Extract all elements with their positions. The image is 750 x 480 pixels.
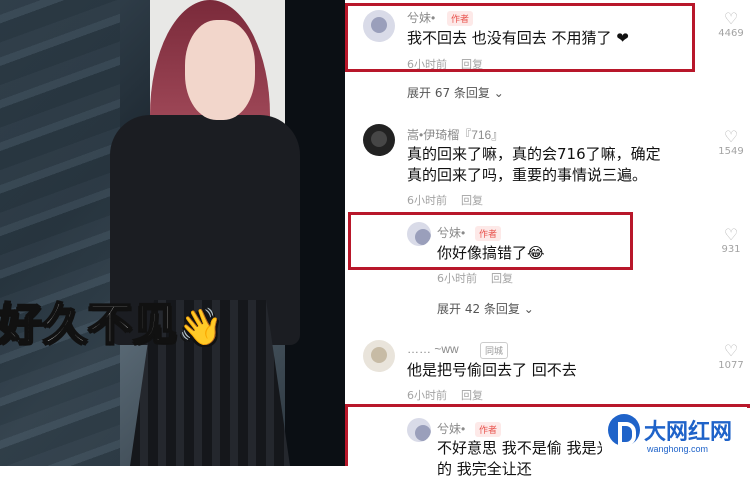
- comment-text-line-1: 真的回来了嘛，真的会716了嘛，确定: [407, 145, 661, 163]
- like-button[interactable]: ♡ 931: [716, 225, 746, 256]
- heart-icon: ♡: [723, 127, 739, 146]
- chevron-down-icon: ⌄: [523, 302, 534, 316]
- reply-button[interactable]: 回复: [461, 389, 483, 402]
- comment-time: 6小时前: [437, 272, 477, 285]
- like-count: 1077: [718, 360, 744, 371]
- video-caption: 好久不见👋: [0, 288, 224, 352]
- heart-icon: ♡: [723, 225, 739, 244]
- username[interactable]: …… ~ww: [407, 342, 459, 356]
- location-badge: 同城: [480, 342, 509, 359]
- brand-logo-icon: [608, 414, 640, 446]
- expand-label: 展开 42 条回复: [437, 302, 520, 316]
- comment-meta: 6小时前 回复: [437, 270, 527, 286]
- woman-figure: [90, 0, 310, 466]
- face: [185, 20, 255, 120]
- comment-meta: 6小时前 回复: [407, 387, 497, 403]
- chevron-down-icon: ⌄: [493, 86, 504, 100]
- comment-list[interactable]: 兮妹• 作者 我不回去 也没有回去 不用猜了 ❤ 6小时前 回复 ♡ 4469 展…: [345, 0, 750, 478]
- heart-icon: ♡: [723, 341, 739, 360]
- waving-hand-icon: 👋: [178, 307, 224, 348]
- watermark-name: 大网红网: [644, 420, 733, 445]
- watermark: 大网红网 wanghong.com: [602, 408, 750, 466]
- username[interactable]: 嵩•伊琦榴『716』: [407, 126, 503, 143]
- highlight-box: [348, 212, 633, 270]
- reply-button[interactable]: 回复: [461, 194, 483, 207]
- like-button[interactable]: ♡ 4469: [716, 9, 746, 40]
- comment-text-line-2: 真的回来了吗，重要的事情说三遍。: [407, 166, 648, 184]
- like-count: 1549: [718, 146, 744, 157]
- expand-label: 展开 67 条回复: [407, 86, 490, 100]
- comment-meta: 6小时前 回复: [407, 192, 497, 208]
- comment-time: 6小时前: [407, 389, 447, 402]
- like-button[interactable]: ♡ 1549: [716, 127, 746, 158]
- comment-text: 他是把号偷回去了 回不去: [407, 361, 577, 379]
- like-button[interactable]: ♡ 1077: [716, 341, 746, 372]
- heart-icon: ♡: [723, 9, 739, 28]
- like-count: 4469: [718, 28, 744, 39]
- avatar[interactable]: [363, 340, 395, 372]
- video-frame[interactable]: 好久不见👋: [0, 0, 345, 466]
- like-count: 931: [721, 244, 741, 255]
- comment-time: 6小时前: [407, 194, 447, 207]
- highlight-box: [345, 3, 695, 72]
- watermark-url: wanghong.com: [647, 444, 709, 454]
- reply-button[interactable]: 回复: [491, 272, 513, 285]
- caption-text: 好久不见: [0, 298, 178, 351]
- expand-replies-button[interactable]: 展开 42 条回复 ⌄: [437, 300, 534, 317]
- expand-replies-button[interactable]: 展开 67 条回复 ⌄: [407, 84, 504, 101]
- avatar[interactable]: [363, 124, 395, 156]
